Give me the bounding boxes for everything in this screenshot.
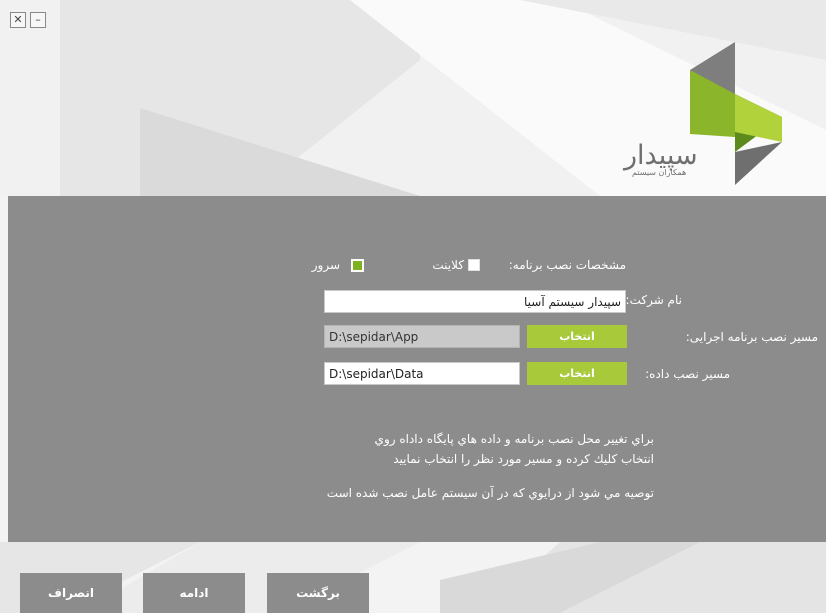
select-app-path-button[interactable]: انتخاب: [527, 325, 627, 348]
continue-button[interactable]: ادامه: [143, 573, 245, 613]
server-label: سرور: [311, 258, 340, 272]
company-name-label: نام شرکت:: [625, 293, 682, 307]
data-path-input[interactable]: [324, 362, 520, 385]
help-text-line1: براي تغيير محل نصب برنامه و داده هاي پاي…: [374, 432, 654, 446]
company-name-input[interactable]: [324, 290, 626, 313]
select-data-path-button[interactable]: انتخاب: [527, 362, 627, 385]
server-checkbox[interactable]: [351, 259, 364, 272]
client-label: کلاینت: [432, 258, 464, 272]
close-icon[interactable]: ✕: [10, 12, 26, 28]
logo-subtitle: همکاران سیستم: [632, 168, 687, 177]
help-text-line2: انتخاب كليك كرده و مسير مورد نظر را انتخ…: [393, 452, 654, 466]
help-text-line3: توصيه مي شود از درايوي كه در آن سيستم عا…: [326, 486, 654, 500]
client-checkbox[interactable]: [468, 259, 480, 271]
install-specs-label: مشخصات نصب برنامه:: [508, 258, 626, 272]
data-path-label: مسیر نصب داده:: [645, 367, 730, 381]
back-button[interactable]: برگشت: [267, 573, 369, 613]
logo-title: سپیدار: [624, 140, 698, 171]
minimize-icon[interactable]: –: [30, 12, 46, 28]
cancel-button[interactable]: انصراف: [20, 573, 122, 613]
app-path-label: مسیر نصب برنامه اجرایی:: [685, 330, 818, 344]
app-path-input: [324, 325, 520, 348]
